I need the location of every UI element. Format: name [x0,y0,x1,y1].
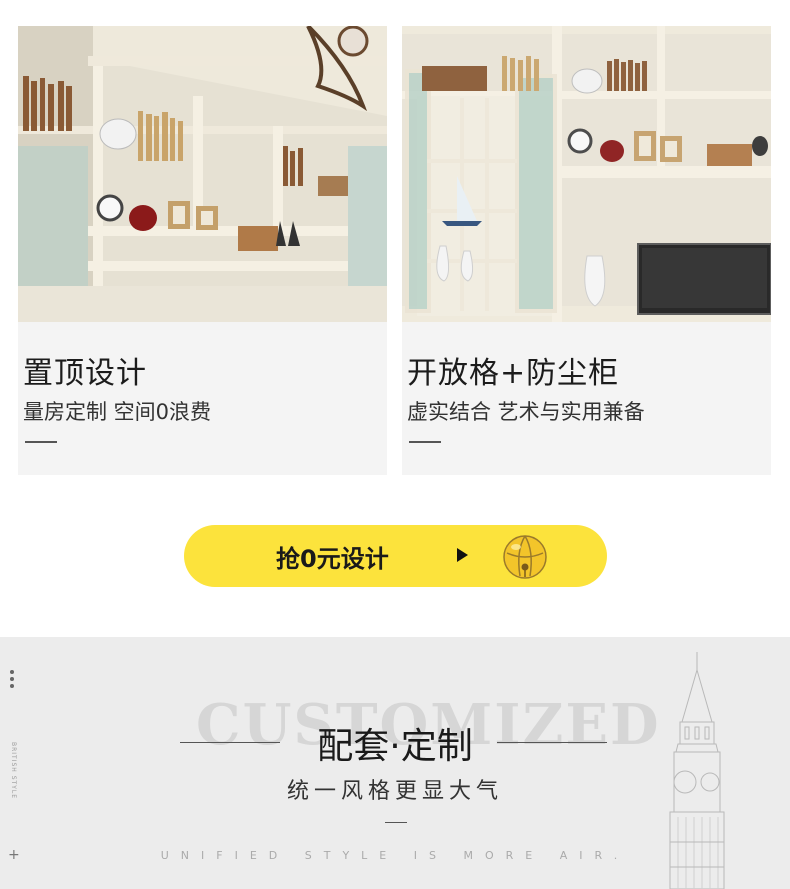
divider [409,441,441,443]
feature-card-open-shelf: 开放格+防尘柜 虚实结合 艺术与实用兼备 [402,26,771,475]
bookshelf-photo-top [18,26,387,322]
free-design-button-label: 抢0元设计 [276,545,389,573]
card-subtitle: 虚实结合 艺术与实用兼备 [407,400,645,424]
free-design-button[interactable]: 抢0元设计 [184,525,607,587]
card-subtitle: 量房定制 空间0浪费 [23,400,212,424]
more-dots-icon [10,670,16,691]
customized-section: BRITISH STYLE + CUSTOMIZED 配套·定制 统一风格更显大… [0,637,790,889]
card-title: 置顶设计 [23,356,147,391]
clock-tower-illustration [669,652,725,889]
play-arrow-icon [457,548,468,562]
divider [385,822,407,823]
card-title: 开放格+防尘柜 [407,356,620,391]
bookshelf-photo-open [402,26,771,322]
feature-card-top-design: 置顶设计 量房定制 空间0浪费 [18,26,387,475]
bell-icon [503,535,547,579]
divider [25,441,57,443]
